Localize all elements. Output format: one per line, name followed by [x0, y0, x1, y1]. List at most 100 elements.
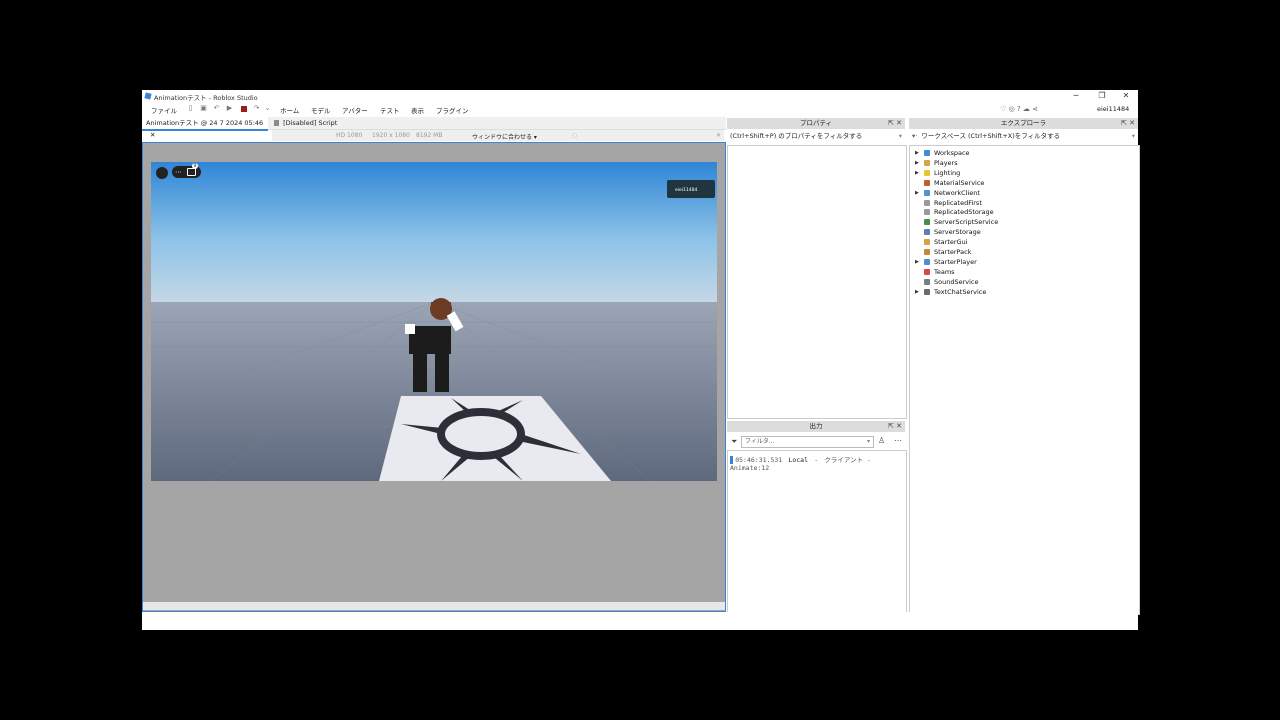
- explorer-panel-controls[interactable]: ⇱ ✕: [1121, 118, 1135, 129]
- explorer-item-workspace[interactable]: ▶ Workspace: [910, 148, 1139, 158]
- status-bar: [142, 612, 1138, 630]
- explorer-item-serverscriptservice[interactable]: ServerScriptService: [910, 217, 1139, 227]
- menu-plugins[interactable]: プラグイン: [436, 105, 469, 115]
- properties-filter[interactable]: (Ctrl+Shift+P) のプロパティをフィルタする ▾: [727, 131, 905, 141]
- service-icon: [924, 179, 930, 186]
- output-filter-input[interactable]: フィルタ... ▾: [741, 436, 874, 448]
- explorer-item-label: NetworkClient: [934, 188, 980, 197]
- service-icon: [924, 278, 930, 285]
- menu-model[interactable]: モデル: [311, 105, 331, 115]
- expand-arrow-icon[interactable]: ▶: [915, 158, 920, 168]
- explorer-item-replicatedfirst[interactable]: ReplicatedFirst: [910, 198, 1139, 208]
- expand-arrow-icon[interactable]: ▶: [915, 287, 920, 297]
- explorer-item-label: Workspace: [934, 149, 970, 157]
- service-icon: [924, 229, 930, 236]
- close-button[interactable]: ✕: [1114, 90, 1138, 102]
- service-icon: [924, 258, 930, 265]
- explorer-item-networkclient[interactable]: ▶ NetworkClient: [910, 188, 1139, 198]
- explorer-item-players[interactable]: ▶ Players: [910, 158, 1139, 168]
- 3d-scene: [151, 162, 717, 481]
- explorer-item-replicatedstorage[interactable]: ReplicatedStorage: [910, 207, 1139, 217]
- expand-arrow-icon[interactable]: ▶: [915, 168, 920, 178]
- service-icon: [924, 268, 930, 275]
- chat-window[interactable]: eiei11484: [667, 180, 715, 198]
- tab-place[interactable]: Animationテスト @ 24 7 2024 05:46 ✕: [142, 117, 268, 139]
- more-icon: ⋯: [175, 168, 182, 176]
- more-tools-icon[interactable]: ⌄: [264, 105, 271, 112]
- service-icon: [924, 199, 930, 206]
- menu-test[interactable]: テスト: [380, 105, 400, 115]
- explorer-item-lighting[interactable]: ▶ Lighting: [910, 168, 1139, 178]
- device-bar-close-icon[interactable]: ✕: [716, 132, 721, 139]
- tab-script[interactable]: [Disabled] Script ✕: [270, 117, 348, 139]
- redo-icon[interactable]: ↷: [253, 105, 260, 112]
- explorer-filter[interactable]: ▾· ワークスペース (Ctrl+Shift+X)をフィルタする ▾: [909, 131, 1138, 141]
- menu-bar: ファイル ▯ ▣ ↶ ▶ ↷ ⌄ ホーム モデル アバター テスト 表示 プラグ…: [142, 102, 1138, 115]
- new-file-icon[interactable]: ▯: [187, 105, 194, 112]
- filter-icon[interactable]: ⏷: [731, 437, 737, 447]
- output-more-icon[interactable]: ⋯: [894, 436, 902, 445]
- service-icon: [924, 249, 930, 255]
- open-file-icon[interactable]: ▣: [200, 105, 207, 112]
- menu-home[interactable]: ホーム: [280, 105, 299, 115]
- explorer-item-starterplayer[interactable]: ▶ StarterPlayer: [910, 257, 1139, 267]
- menu-view[interactable]: 表示: [411, 105, 424, 115]
- chevron-down-icon[interactable]: ▾: [899, 131, 902, 141]
- output-panel-header: 出力 ⇱ ✕: [727, 421, 905, 432]
- chevron-down-icon[interactable]: ▾: [1132, 131, 1135, 141]
- explorer-item-serverstorage[interactable]: ServerStorage: [910, 227, 1139, 237]
- roblox-menu-button[interactable]: [156, 167, 168, 179]
- device-resolution[interactable]: HD 1080: [336, 132, 362, 139]
- expand-arrow-icon[interactable]: ▶: [915, 188, 920, 198]
- output-panel-controls[interactable]: ⇱ ✕: [888, 421, 902, 432]
- log-entry: 05:46:31.531 Local - クライアント - Animate:12: [730, 454, 900, 472]
- notification-icons[interactable]: ♡ ◎ ? ☁ ⋖: [1000, 105, 1038, 113]
- explorer-item-label: SoundService: [934, 277, 979, 286]
- explorer-item-label: Teams: [934, 267, 955, 276]
- menu-file[interactable]: ファイル: [151, 105, 177, 115]
- explorer-item-materialservice[interactable]: MaterialService: [910, 178, 1139, 188]
- explorer-item-label: Players: [934, 158, 958, 167]
- undo-icon[interactable]: ↶: [213, 105, 220, 112]
- stop-icon[interactable]: [241, 106, 247, 112]
- tab-script-label: [Disabled] Script: [283, 119, 338, 127]
- properties-panel-controls[interactable]: ⇱ ✕: [888, 118, 902, 129]
- clear-output-icon[interactable]: ♙: [878, 436, 885, 445]
- properties-filter-text: (Ctrl+Shift+P) のプロパティをフィルタする: [730, 132, 863, 140]
- log-context: クライアント -: [824, 456, 871, 464]
- explorer-item-label: StarterGui: [934, 238, 968, 247]
- minimize-button[interactable]: ─: [1064, 90, 1088, 102]
- output-log: 05:46:31.531 Local - クライアント - Animate:12: [727, 450, 907, 614]
- expand-arrow-icon[interactable]: ▶: [915, 148, 920, 158]
- maximize-button[interactable]: ❐: [1090, 90, 1114, 102]
- tab-close-icon[interactable]: ✕: [150, 131, 155, 139]
- expand-arrow-icon[interactable]: ▶: [915, 257, 920, 267]
- device-memory[interactable]: 8192 MB: [416, 132, 442, 139]
- window-title: Animationテスト - Roblox Studio: [154, 94, 258, 102]
- menu-avatar[interactable]: アバター: [342, 105, 368, 115]
- explorer-item-startergui[interactable]: StarterGui: [910, 237, 1139, 247]
- studio-window: Animationテスト - Roblox Studio ─ ❐ ✕ ファイル …: [142, 90, 1140, 630]
- explorer-item-starterpack[interactable]: StarterPack: [910, 247, 1139, 257]
- username[interactable]: eiei11484: [1097, 105, 1129, 113]
- notification-badge: 9: [192, 163, 198, 169]
- explorer-panel-header: エクスプローラ ⇱ ✕: [909, 118, 1138, 129]
- service-icon: [924, 239, 930, 246]
- rotate-icon[interactable]: ◌: [572, 132, 577, 139]
- explorer-item-label: TextChatService: [934, 287, 987, 296]
- properties-panel-header: プロパティ ⇱ ✕: [727, 118, 905, 129]
- game-viewport[interactable]: ⋯ 9 eiei11484: [151, 162, 717, 481]
- service-icon: [924, 288, 930, 295]
- tab-place-label: Animationテスト @ 24 7 2024 05:46: [146, 119, 264, 127]
- fit-window-dropdown[interactable]: ウィンドウに合わせる ▾: [472, 132, 537, 141]
- explorer-item-teams[interactable]: Teams: [910, 267, 1139, 277]
- explorer-item-label: ServerScriptService: [934, 218, 999, 227]
- log-message: Animate:12: [730, 464, 770, 472]
- viewport-scrollbar[interactable]: [143, 602, 725, 610]
- chevron-down-icon: ▾: [866, 438, 870, 445]
- explorer-item-textchatservice[interactable]: ▶ TextChatService: [910, 287, 1139, 297]
- explorer-item-soundservice[interactable]: SoundService: [910, 277, 1139, 287]
- service-icon: [924, 209, 930, 216]
- play-icon[interactable]: ▶: [226, 105, 233, 112]
- viewport-more-button[interactable]: ⋯ 9: [172, 163, 201, 178]
